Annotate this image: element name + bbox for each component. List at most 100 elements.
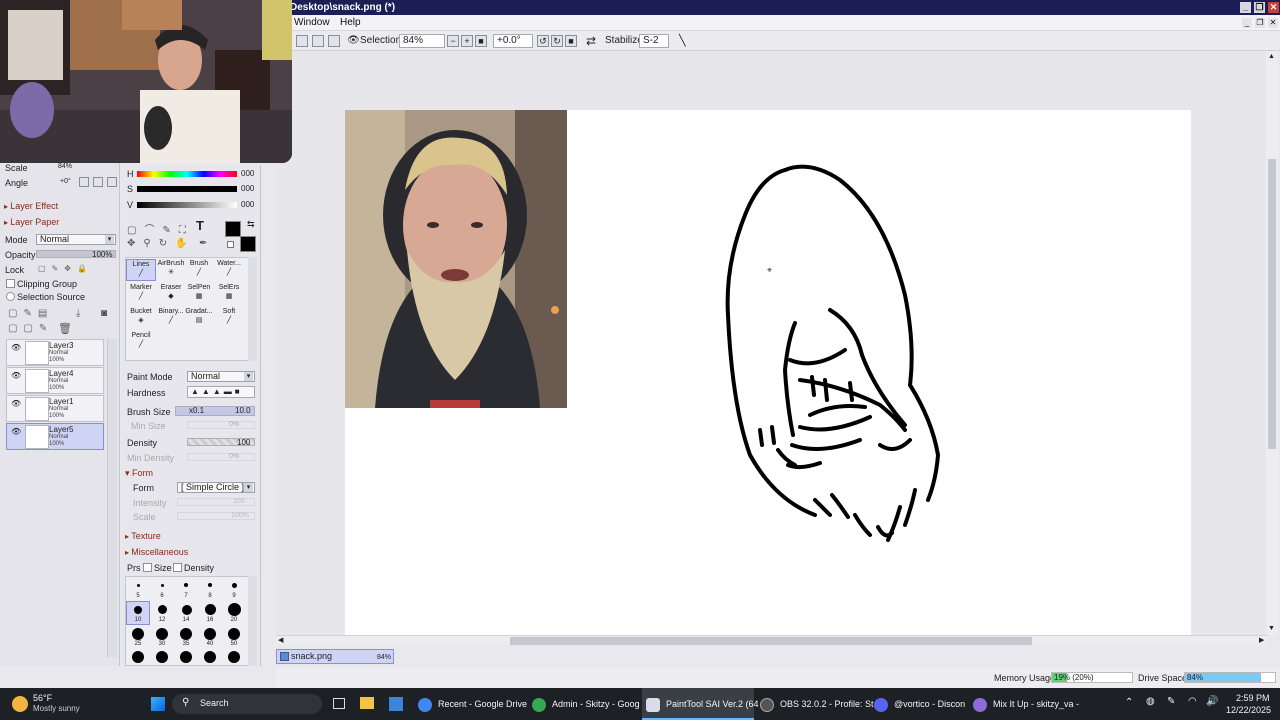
brush-size-dot[interactable] (156, 651, 168, 663)
eye-icon[interactable]: 👁 (347, 34, 360, 48)
brush-binary[interactable]: Binary... ╱ (156, 307, 186, 329)
brush-grid-scrollbar[interactable] (248, 257, 257, 361)
menu-window[interactable]: Window (294, 17, 330, 28)
invert-selection-icon[interactable] (328, 35, 340, 47)
clock-time[interactable]: 2:59 PM (1236, 693, 1270, 703)
reset-colors-icon[interactable] (227, 241, 234, 248)
brush-selers[interactable]: SelErs ▦ (214, 283, 244, 305)
lock-icons[interactable]: ▢✎✥🔒 (38, 264, 93, 273)
form-section[interactable]: ▾ Form (125, 468, 153, 479)
brush-size-dot[interactable] (180, 628, 192, 640)
scroll-right-icon[interactable]: ▶ (1259, 636, 1264, 644)
text-tool-icon[interactable]: T (196, 218, 204, 233)
brush-lines[interactable]: Lines ╱ (126, 259, 156, 281)
brush-size-dot[interactable] (156, 628, 168, 640)
texture-section[interactable]: Texture (125, 531, 161, 541)
selection-source-radio[interactable] (6, 292, 15, 301)
brush-gradation[interactable]: Gradat... ▤ (184, 307, 214, 329)
horizontal-scrollbar[interactable]: ◀ ▶ (276, 635, 1268, 645)
brush-size-dot[interactable] (158, 605, 167, 614)
pressure-size-checkbox[interactable] (143, 563, 152, 572)
selection-toggle[interactable]: Selection (360, 34, 401, 48)
merge-icon[interactable]: ⤓ (76, 308, 80, 319)
brush-water[interactable]: Water... ╱ (214, 259, 244, 281)
file-explorer-icon[interactable] (360, 697, 374, 709)
brush-size-dot[interactable] (228, 651, 240, 663)
network-icon[interactable]: ◠ (1188, 696, 1197, 707)
layer-row[interactable]: 👁 Layer1 Normal 100% (6, 395, 104, 422)
brush-size-dot[interactable] (180, 651, 192, 663)
saturation-slider[interactable] (137, 186, 237, 192)
brush-brush[interactable]: Brush ╱ (184, 259, 214, 281)
angle-reset-icon[interactable] (107, 177, 117, 187)
layer-row[interactable]: 👁 Layer4 Normal 100% (6, 367, 104, 394)
hardness-selector[interactable]: ▲▲▲▬■ (187, 386, 255, 398)
windows-start-icon[interactable] (151, 697, 165, 711)
menu-help[interactable]: Help (340, 17, 361, 28)
taskbar-app[interactable]: Admin - Skitzy - Goog (532, 688, 640, 720)
brush-eraser[interactable]: Eraser ◆ (156, 283, 186, 305)
horizontal-scroll-thumb[interactable] (510, 637, 1032, 645)
vertical-scrollbar[interactable]: ▲ ▼ (1266, 51, 1278, 635)
rotate-left-icon[interactable]: ↺ (537, 35, 549, 47)
zoom-in-icon[interactable]: + (461, 35, 473, 47)
doc-restore-button[interactable]: ❐ (1255, 18, 1265, 28)
background-color-swatch[interactable] (240, 236, 256, 252)
layer-actions-row1[interactable]: ▢✎▤ (8, 308, 53, 319)
vertical-scroll-thumb[interactable] (1268, 159, 1276, 449)
taskbar-app-active[interactable]: PaintTool SAI Ver.2 (64 (642, 688, 759, 720)
layer-list-scrollbar[interactable] (107, 339, 117, 657)
layer-effect-section[interactable]: Layer Effect (4, 201, 58, 211)
weather-temp[interactable]: 56°F (33, 693, 52, 703)
rotate-right-icon[interactable]: ↻ (551, 35, 563, 47)
store-icon[interactable] (389, 697, 403, 711)
brush-size-dot[interactable] (182, 605, 192, 615)
eyedropper-icon[interactable]: ✒ (199, 238, 207, 249)
search-box[interactable]: ⚲ Search (172, 694, 322, 714)
brush-size-dot[interactable] (204, 628, 216, 640)
brush-pencil[interactable]: Pencil ╱ (126, 331, 156, 353)
brush-size-dot[interactable] (228, 603, 241, 616)
rotation-select[interactable]: +0.0° (493, 34, 533, 48)
brush-airbrush[interactable]: AirBrush ✳ (156, 259, 186, 281)
doc-minimize-button[interactable]: _ (1242, 18, 1252, 28)
rotate-reset-icon[interactable]: ■ (565, 35, 577, 47)
stabilizer-select[interactable]: S-2 (639, 34, 669, 48)
brush-size-dot[interactable] (137, 584, 140, 587)
select-all-icon[interactable] (312, 35, 324, 47)
brush-size-dot[interactable] (208, 583, 212, 587)
brush-size-dot[interactable] (204, 651, 216, 663)
doc-close-button[interactable]: ✕ (1268, 18, 1278, 28)
swap-colors-icon[interactable]: ⇆ (247, 219, 255, 230)
close-button[interactable]: ✕ (1268, 2, 1279, 13)
eye-icon[interactable]: 👁 (11, 399, 21, 408)
min-density-slider[interactable] (187, 453, 255, 461)
form-select[interactable]: [ Simple Circle ] (177, 482, 255, 493)
paint-mode-select[interactable]: Normal (187, 371, 255, 382)
clock-date[interactable]: 12/22/2025 (1226, 705, 1271, 715)
task-view-icon[interactable] (333, 698, 345, 709)
deselect-icon[interactable] (296, 35, 308, 47)
weather-desc[interactable]: Mostly sunny (33, 704, 80, 713)
brush-soft[interactable]: Soft ╱ (214, 307, 244, 329)
taskbar-app[interactable]: OBS 32.0.2 - Profile: St (760, 688, 874, 720)
minimize-button[interactable]: _ (1240, 2, 1251, 13)
min-size-slider[interactable] (187, 421, 255, 429)
layer-paper-section[interactable]: Layer Paper (4, 217, 59, 227)
brush-selpen[interactable]: SelPen ▦ (184, 283, 214, 305)
scroll-left-icon[interactable]: ◀ (278, 636, 283, 644)
pen-icon[interactable]: ✎ (1167, 696, 1175, 707)
brush-size-dot[interactable] (134, 606, 142, 614)
maximize-button[interactable]: ❐ (1254, 2, 1265, 13)
document-tab[interactable]: snack.png 84% (276, 649, 394, 664)
layer-row[interactable]: 👁 Layer3 Normal 100% (6, 339, 104, 366)
eye-icon[interactable]: 👁 (11, 427, 21, 436)
value-slider[interactable] (137, 202, 237, 208)
brush-size-dot[interactable] (184, 583, 188, 587)
trash-icon[interactable]: 🗑 (58, 322, 72, 335)
hue-slider[interactable] (137, 171, 237, 177)
angle-rotate-left-icon[interactable] (79, 177, 89, 187)
brush-size-dot[interactable] (232, 583, 237, 588)
zoom-out-icon[interactable]: − (447, 35, 459, 47)
line-icon[interactable]: ╲ (679, 34, 686, 48)
